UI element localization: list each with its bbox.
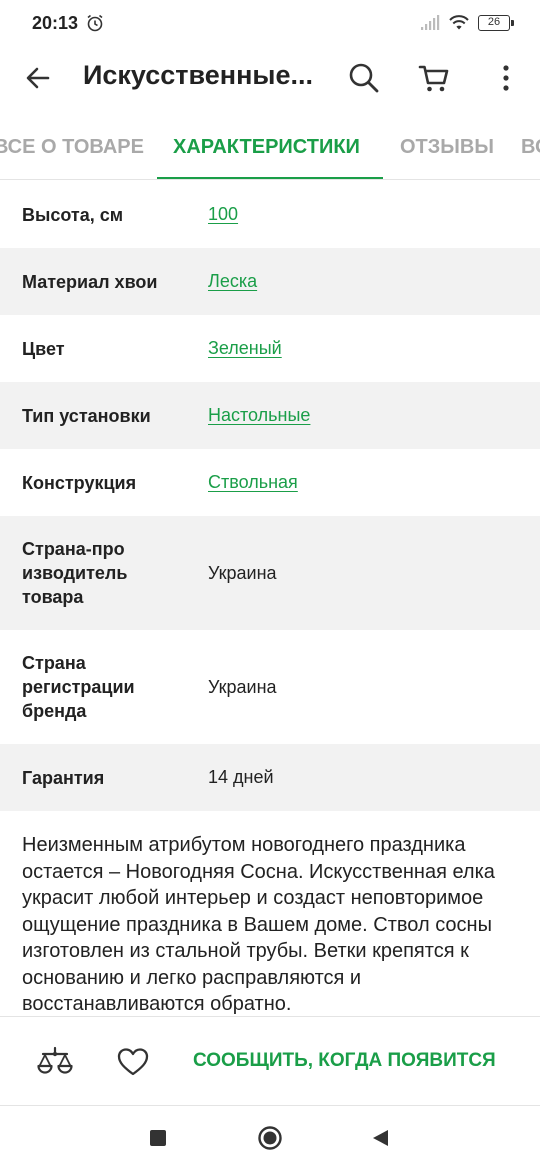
table-row: Страна-про изводитель товара Украина [0, 516, 540, 630]
status-bar: 20:13 26 [0, 0, 540, 46]
tab-specifications[interactable]: ХАРАКТЕРИСТИКИ [173, 136, 360, 159]
home-icon[interactable] [257, 1125, 283, 1151]
status-time: 20:13 [32, 13, 79, 33]
active-tab-indicator [157, 177, 383, 179]
spec-label: Страна-про изводитель товара [22, 539, 128, 607]
table-row: Высота, см 100 [0, 181, 540, 248]
spec-value-link[interactable]: Леска [208, 271, 257, 292]
cart-icon[interactable] [416, 60, 452, 96]
spec-label: Цвет [22, 338, 65, 359]
spec-label: Гарантия [22, 767, 105, 788]
tab-reviews[interactable]: ОТЗЫВЫ [400, 136, 494, 159]
spec-label: Материал хвои [22, 271, 158, 292]
tab-about[interactable]: ВСЕ О ТОВАРЕ [0, 136, 144, 159]
page-title: Искусственные... [83, 60, 313, 90]
spec-label: Конструкция [22, 472, 137, 493]
table-row: Материал хвои Леска [0, 248, 540, 315]
system-nav-bar [0, 1106, 540, 1170]
notify-when-available-button[interactable]: СООБЩИТЬ, КОГДА ПОЯВИТСЯ [193, 1050, 496, 1072]
product-description: Неизменным атрибутом новогоднего праздни… [22, 834, 495, 1015]
spec-label: Страна регистрации бренда [22, 653, 135, 721]
table-row: Страна регистрации бренда Украина [0, 630, 540, 744]
bottom-action-bar: СООБЩИТЬ, КОГДА ПОЯВИТСЯ [0, 1016, 540, 1106]
spec-value-link[interactable]: Настольные [208, 405, 310, 426]
battery-icon: 26 [478, 14, 514, 31]
back-arrow-icon[interactable] [22, 62, 54, 94]
app-bar: Искусственные... [0, 46, 540, 114]
signal-icon [421, 14, 440, 30]
recent-apps-icon[interactable] [150, 1130, 166, 1146]
table-row: Цвет Зеленый [0, 315, 540, 382]
search-icon[interactable] [346, 60, 382, 96]
table-row: Конструкция Ствольная [0, 449, 540, 516]
alarm-icon [87, 14, 103, 32]
product-tabs: ВСЕ О ТОВАРЕ ХАРАКТЕРИСТИКИ ОТЗЫВЫ ВОПРО… [0, 114, 540, 180]
spec-value: Украина [208, 676, 277, 697]
spec-value-link[interactable]: Зеленый [208, 338, 282, 359]
table-row: Гарантия 14 дней [0, 744, 540, 811]
spec-label: Высота, см [22, 204, 124, 225]
heart-icon[interactable] [114, 1043, 152, 1081]
spec-value: Украина [208, 562, 277, 583]
compare-scales-icon[interactable] [36, 1043, 74, 1081]
spec-value-link[interactable]: 100 [208, 204, 238, 225]
more-vertical-icon[interactable] [494, 60, 518, 96]
wifi-icon [449, 15, 469, 30]
tab-questions[interactable]: ВОПРОСЫ [521, 136, 540, 159]
nav-back-icon[interactable] [372, 1129, 390, 1147]
spec-value: 14 дней [208, 767, 274, 787]
specifications-table: Высота, см 100 Материал хвои Леска Цвет … [0, 181, 540, 811]
spec-label: Тип установки [22, 405, 151, 426]
table-row: Тип установки Настольные [0, 382, 540, 449]
spec-value-link[interactable]: Ствольная [208, 472, 298, 493]
